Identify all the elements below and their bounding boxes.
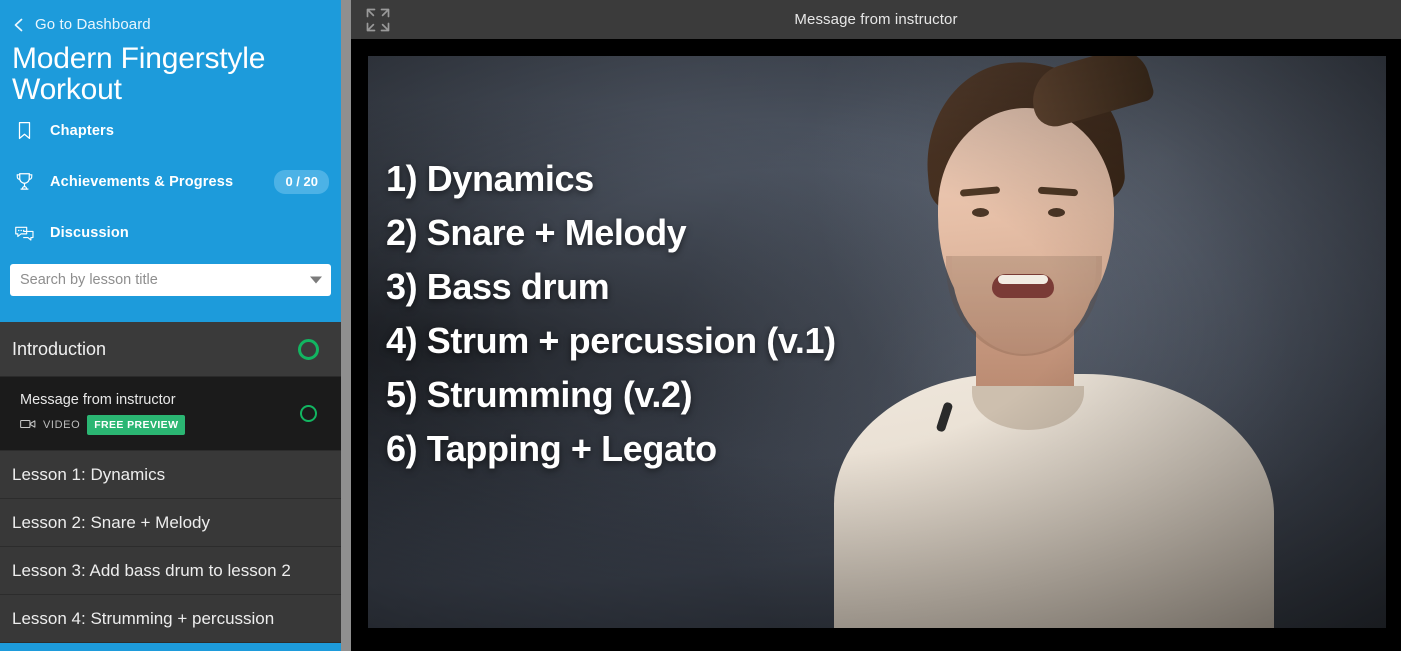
course-title: Modern Fingerstyle Workout (12, 42, 266, 106)
sidebar-scrollbar-thumb[interactable] (341, 0, 351, 651)
lesson-title: Message from instructor (20, 392, 176, 408)
fullscreen-expand-icon[interactable] (365, 7, 391, 33)
video-frame[interactable]: 1) Dynamics 2) Snare + Melody 3) Bass dr… (368, 56, 1386, 628)
lesson-type-label: VIDEO (43, 419, 81, 431)
free-preview-badge: FREE PREVIEW (87, 415, 186, 435)
trophy-icon (12, 171, 36, 193)
caret-down-icon[interactable] (310, 276, 322, 284)
lesson-title: Lesson 4: Strumming + percussion (12, 608, 275, 628)
go-to-dashboard-link[interactable]: Go to Dashboard (0, 0, 341, 43)
course-player-page: Go to Dashboard Modern Fingerstyle Worko… (0, 0, 1401, 651)
overlay-list-item-2: 2) Snare + Melody (386, 212, 687, 253)
lesson-title: Lesson 3: Add bass drum to lesson 2 (12, 560, 291, 580)
sidebar-item-achievements-label: Achievements & Progress (50, 173, 234, 190)
lesson-row-2[interactable]: Lesson 2: Snare + Melody (0, 499, 341, 547)
video-camera-icon (20, 416, 36, 434)
lesson-title: Lesson 1: Dynamics (12, 464, 166, 484)
course-sidebar: Go to Dashboard Modern Fingerstyle Worko… (0, 0, 341, 651)
bookmark-icon (12, 120, 36, 142)
sidebar-scrollbar-track[interactable] (341, 0, 351, 651)
lesson-row-message-from-instructor[interactable]: Message from instructor VIDEO FREE PREVI… (0, 377, 341, 451)
chevron-left-icon (12, 18, 26, 32)
section-row-introduction[interactable]: Introduction (0, 322, 341, 377)
search-input[interactable] (10, 264, 331, 296)
search-container (0, 258, 341, 310)
section-title: Introduction (12, 338, 107, 359)
overlay-list-item-3: 3) Bass drum (386, 266, 610, 307)
sidebar-item-achievements[interactable]: Achievements & Progress 0 / 20 (0, 156, 341, 207)
overlay-list-item-1: 1) Dynamics (386, 158, 594, 199)
overlay-list-item-6: 6) Tapping + Legato (386, 428, 717, 469)
go-to-dashboard-label: Go to Dashboard (35, 16, 151, 33)
progress-circle-icon (298, 338, 319, 360)
sidebar-item-chapters-label: Chapters (50, 122, 115, 139)
search-box[interactable] (10, 264, 331, 296)
progress-circle-icon (300, 405, 317, 422)
lesson-row-4[interactable]: Lesson 4: Strumming + percussion (0, 595, 341, 643)
overlay-list-item-4: 4) Strum + percussion (v.1) (386, 320, 836, 361)
video-stage[interactable]: 1) Dynamics 2) Snare + Melody 3) Bass dr… (351, 39, 1401, 651)
sidebar-item-discussion[interactable]: Discussion (0, 207, 341, 258)
player-title: Message from instructor (794, 11, 958, 28)
lesson-row-inner: Message from instructor VIDEO FREE PREVI… (12, 392, 186, 435)
lesson-row-1[interactable]: Lesson 1: Dynamics (0, 451, 341, 499)
sidebar-header: Go to Dashboard Modern Fingerstyle Worko… (0, 0, 341, 322)
lesson-meta: VIDEO FREE PREVIEW (12, 415, 186, 435)
player-toolbar: Message from instructor (351, 0, 1401, 39)
video-overlay-list: 1) Dynamics 2) Snare + Melody 3) Bass dr… (386, 152, 836, 476)
sidebar-item-discussion-label: Discussion (50, 224, 129, 241)
overlay-list-item-5: 5) Strumming (v.2) (386, 374, 693, 415)
video-player-panel: Message from instructor 1) Dynamics 2) S… (351, 0, 1401, 651)
sidebar-item-chapters[interactable]: Chapters (0, 105, 341, 156)
lesson-title: Lesson 2: Snare + Melody (12, 512, 210, 532)
achievements-progress-badge: 0 / 20 (274, 169, 329, 194)
chat-bubbles-icon (12, 222, 36, 244)
lesson-row-3[interactable]: Lesson 3: Add bass drum to lesson 2 (0, 547, 341, 595)
lesson-list: Introduction Message from instructor VID… (0, 322, 341, 643)
